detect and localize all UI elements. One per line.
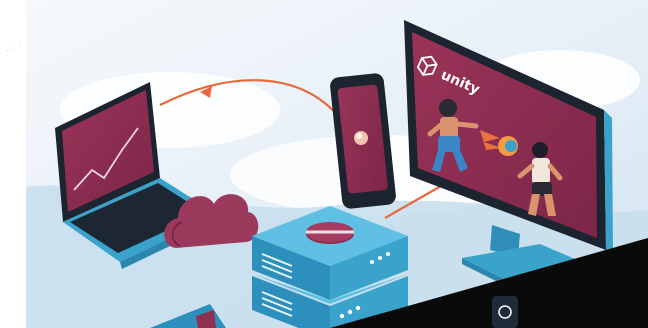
illustration: . . . unity bbox=[0, 0, 648, 328]
network-scene: . . . unity bbox=[0, 0, 648, 328]
partial-icon-bottom-right bbox=[492, 296, 518, 328]
